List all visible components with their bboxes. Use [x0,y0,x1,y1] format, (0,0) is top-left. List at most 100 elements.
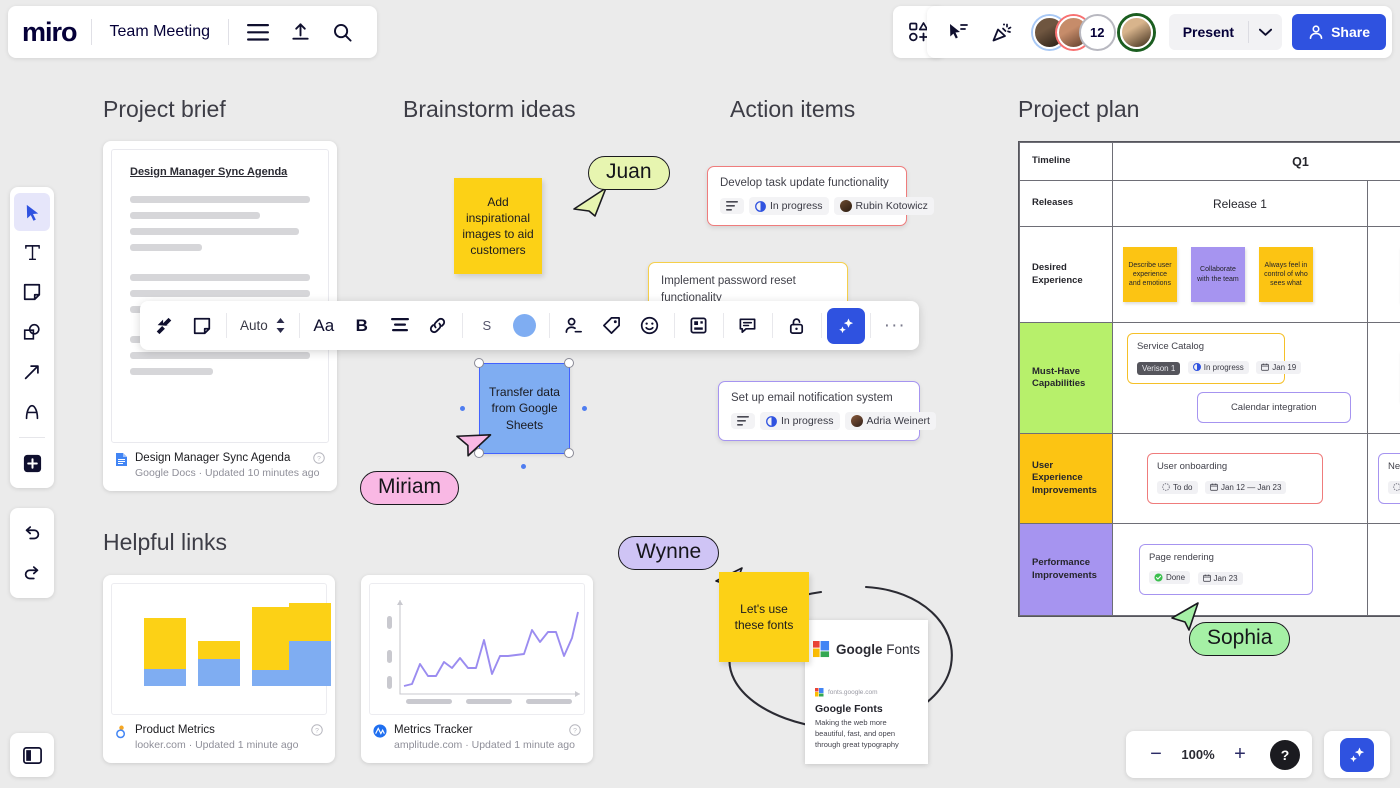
ai-toolbar[interactable] [1324,731,1390,778]
sticky-note-fonts[interactable]: Let's use these fonts [719,572,809,662]
sticky-note-brainstorm[interactable]: Add inspirational images to aid customer… [454,178,542,274]
status-chip-todo[interactable]: To do [1387,480,1400,494]
resize-handle-tl[interactable] [474,358,484,368]
plan-card-calendar-integration[interactable]: Calendar integration [1196,392,1351,423]
frame-title-brainstorm: Brainstorm ideas [403,96,576,122]
mini-sticky-note[interactable]: Always feel in control of who sees what [1258,247,1313,302]
font-size-select[interactable]: Auto [232,307,294,345]
action-card-email-notification[interactable]: Set up email notification system In prog… [718,381,936,441]
undo-button[interactable] [14,514,50,552]
emoji-icon[interactable] [631,307,669,345]
format-toolbar[interactable]: Auto Aa B S ··· [140,301,919,350]
miro-logo[interactable]: miro [22,17,91,48]
description-lines-icon[interactable] [720,198,744,214]
color-swatch[interactable] [506,307,544,345]
plan-card-page-rendering[interactable]: Page rendering Done Jan 23 [1138,544,1313,595]
date-chip[interactable]: Jan 23 [1197,571,1243,585]
help-button[interactable]: ? [1270,739,1300,770]
collaborator-avatars[interactable]: 12 [1032,15,1153,49]
more-apps-tool[interactable] [14,444,50,482]
mini-sticky-note[interactable]: Collaborate with the team [1190,247,1245,302]
search-icon[interactable] [321,11,363,53]
connector-dot-left[interactable] [460,406,465,411]
share-button[interactable]: Share [1292,14,1386,50]
side-panel-toggle[interactable] [10,733,54,777]
connector-dot-right[interactable] [582,406,587,411]
sticky-note-text: Let's use these fonts [734,601,794,632]
avatar[interactable] [1119,15,1153,49]
google-fonts-preview-card[interactable]: Google Fonts fonts.google.com Google Fon… [805,620,928,764]
status-chip-label: To do [1172,482,1193,492]
chevron-down-icon[interactable] [1249,28,1282,37]
project-plan-table[interactable]: Timeline Q1 Releases Release 1 Desired E… [1018,141,1400,617]
version-chip[interactable]: Verison 1 [1136,362,1181,375]
connector-dot-bottom[interactable] [521,464,526,469]
present-button[interactable]: Present [1168,14,1283,50]
zoom-toolbar[interactable]: − 100% + ? [1126,731,1312,778]
status-chip-done[interactable]: Done [1148,571,1191,584]
status-chip-todo[interactable]: To do [1156,480,1198,494]
tag-icon[interactable] [593,307,631,345]
description-lines-icon[interactable] [731,413,755,429]
bold-icon[interactable]: B [343,307,381,345]
frame-icon[interactable] [680,307,718,345]
date-chip[interactable]: Jan 12 — Jan 23 [1204,480,1287,494]
plan-card-service-catalog[interactable]: Service Catalog Verison 1 In progress Ja… [1126,333,1302,384]
resize-handle-br[interactable] [564,448,574,458]
format-group-ai [822,301,870,350]
status-chip-in-progress[interactable]: In progress [1187,360,1249,374]
board-canvas[interactable]: Project brief Brainstorm ideas Action it… [0,0,1400,788]
redo-button[interactable] [14,554,50,592]
plan-card-new-template[interactable]: New template To do [1377,453,1400,504]
help-circle-icon[interactable]: ? [311,724,323,736]
lock-icon[interactable] [778,307,816,345]
link-card-metrics-tracker[interactable]: Metrics Tracker amplitude.com · Updated … [361,575,593,763]
zoom-out-button[interactable]: − [1138,737,1174,773]
status-chip-in-progress[interactable]: In progress [749,197,829,215]
ai-sparkle-icon[interactable] [1340,737,1374,772]
assignee-chip[interactable]: Adria Weinert [844,412,936,430]
help-circle-icon[interactable]: ? [569,724,581,736]
cursor-share-icon[interactable] [937,11,979,53]
status-chip-in-progress[interactable]: In progress [760,412,840,430]
action-card-develop-task[interactable]: Develop task update functionality In pro… [707,166,934,226]
help-circle-icon[interactable]: ? [313,452,325,464]
document-preview: Design Manager Sync Agenda [111,149,329,443]
plan-card-user-onboarding[interactable]: User onboarding To do Jan 12 — Jan 23 [1146,453,1323,504]
upload-icon[interactable] [279,11,321,53]
text-size-icon[interactable]: Aa [305,307,343,345]
align-icon[interactable] [381,307,419,345]
link-card-product-metrics[interactable]: Product Metrics looker.com · Updated 1 m… [103,575,335,763]
link-icon[interactable] [419,307,457,345]
select-tool[interactable] [14,193,50,231]
convert-icon[interactable] [145,307,183,345]
stepper-icon[interactable] [275,317,286,334]
sticky-note-tool[interactable] [14,273,50,311]
board-title[interactable]: Team Meeting [92,23,229,41]
left-toolbar[interactable] [10,187,54,488]
zoom-level[interactable]: 100% [1178,747,1218,762]
party-popper-icon[interactable] [981,11,1023,53]
comment-icon[interactable] [729,307,767,345]
ai-sparkle-icon[interactable] [826,307,865,344]
undo-redo-toolbar[interactable] [10,508,54,598]
assignee-chip[interactable]: Rubin Kotowicz [833,197,934,215]
hamburger-menu-icon[interactable] [237,11,279,53]
collaborator-count[interactable]: 12 [1080,15,1114,49]
mini-sticky-note[interactable]: Describe user experience and emotions [1122,247,1177,302]
bold-label: B [355,315,368,335]
pen-tool[interactable] [14,393,50,431]
format-group-convert [140,301,226,350]
resize-handle-tr[interactable] [564,358,574,368]
strike-icon[interactable]: S [468,307,506,345]
zoom-in-button[interactable]: + [1222,737,1258,773]
arrow-connector-icon [24,365,39,380]
status-chip-label: In progress [1203,362,1244,372]
connector-tool[interactable] [14,353,50,391]
date-chip[interactable]: Jan 19 [1256,360,1302,374]
shapes-tool[interactable] [14,313,50,351]
assign-person-icon[interactable] [555,307,593,345]
sticky-shape-icon[interactable] [183,307,221,345]
text-tool[interactable] [14,233,50,271]
more-options-icon[interactable]: ··· [876,307,914,345]
